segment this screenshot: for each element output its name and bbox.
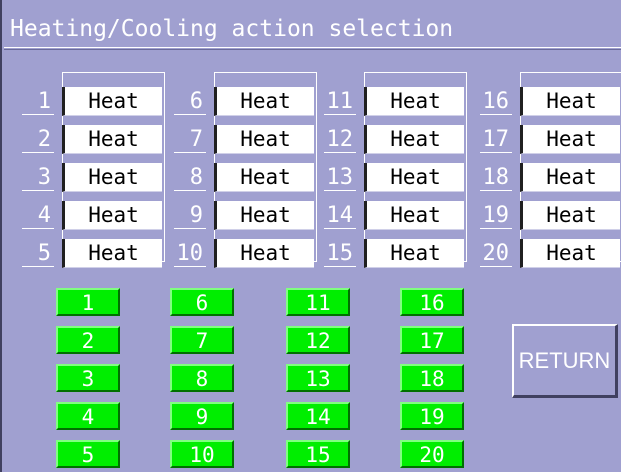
channel-select-button[interactable]: 7 xyxy=(170,326,234,354)
channel-row: 6 Heat xyxy=(174,87,319,117)
channel-row: 13 Heat xyxy=(324,163,469,193)
channel-action-value[interactable]: Heat xyxy=(520,163,620,192)
channel-action-value[interactable]: Heat xyxy=(214,87,314,116)
channel-row: 7 Heat xyxy=(174,125,319,155)
channel-action-value[interactable]: Heat xyxy=(364,87,464,116)
channel-row: 16 Heat xyxy=(480,87,621,117)
channel-number: 4 xyxy=(22,201,54,231)
channel-row: 19 Heat xyxy=(480,201,621,231)
channel-select-button[interactable]: 6 xyxy=(170,288,234,316)
channel-number: 7 xyxy=(174,125,206,155)
channel-row: 4 Heat xyxy=(22,201,167,231)
channel-number: 9 xyxy=(174,201,206,231)
channel-select-button[interactable]: 4 xyxy=(56,402,120,430)
page-title: Heating/Cooling action selection xyxy=(10,16,454,42)
channel-action-value[interactable]: Heat xyxy=(62,201,162,230)
channel-action-value[interactable]: Heat xyxy=(364,239,464,268)
channel-select-button[interactable]: 18 xyxy=(400,364,464,392)
channel-action-value[interactable]: Heat xyxy=(364,163,464,192)
channel-number: 17 xyxy=(480,125,512,155)
channel-action-value[interactable]: Heat xyxy=(62,163,162,192)
channel-row: 17 Heat xyxy=(480,125,621,155)
channel-row: 12 Heat xyxy=(324,125,469,155)
channel-select-button[interactable]: 17 xyxy=(400,326,464,354)
channel-select-button[interactable]: 14 xyxy=(286,402,350,430)
channel-select-button[interactable]: 13 xyxy=(286,364,350,392)
channel-select-button[interactable]: 5 xyxy=(56,440,120,468)
channel-row: 9 Heat xyxy=(174,201,319,231)
channel-row: 14 Heat xyxy=(324,201,469,231)
channel-number: 1 xyxy=(22,87,54,117)
channel-action-value[interactable]: Heat xyxy=(62,239,162,268)
channel-action-value[interactable]: Heat xyxy=(364,125,464,154)
hmi-screen: Heating/Cooling action selection 1 Heat 2 H… xyxy=(0,0,621,472)
channel-number: 3 xyxy=(22,163,54,193)
channel-action-value[interactable]: Heat xyxy=(520,87,620,116)
return-button[interactable]: RETURN xyxy=(512,324,618,398)
channel-action-value[interactable]: Heat xyxy=(520,125,620,154)
channel-row: 1 Heat xyxy=(22,87,167,117)
channel-number: 5 xyxy=(22,239,54,269)
channel-action-value[interactable]: Heat xyxy=(214,239,314,268)
channel-row: 18 Heat xyxy=(480,163,621,193)
channel-action-value[interactable]: Heat xyxy=(214,163,314,192)
channel-select-button[interactable]: 12 xyxy=(286,326,350,354)
channel-select-button[interactable]: 16 xyxy=(400,288,464,316)
channel-number: 13 xyxy=(324,163,356,193)
channel-action-value[interactable]: Heat xyxy=(62,87,162,116)
channel-number: 2 xyxy=(22,125,54,155)
channel-select-button[interactable]: 3 xyxy=(56,364,120,392)
channel-number: 11 xyxy=(324,87,356,117)
channel-row: 11 Heat xyxy=(324,87,469,117)
channel-row: 15 Heat xyxy=(324,239,469,269)
channel-select-button[interactable]: 2 xyxy=(56,326,120,354)
channel-select-button[interactable]: 1 xyxy=(56,288,120,316)
channel-number: 14 xyxy=(324,201,356,231)
channel-select-button[interactable]: 11 xyxy=(286,288,350,316)
channel-number: 20 xyxy=(480,239,512,269)
channel-select-button[interactable]: 9 xyxy=(170,402,234,430)
title-bar: Heating/Cooling action selection xyxy=(4,6,621,50)
channel-number: 15 xyxy=(324,239,356,269)
channel-select-button[interactable]: 19 xyxy=(400,402,464,430)
channel-number: 16 xyxy=(480,87,512,117)
channel-action-value[interactable]: Heat xyxy=(214,201,314,230)
channel-row: 20 Heat xyxy=(480,239,621,269)
channel-action-value[interactable]: Heat xyxy=(364,201,464,230)
channel-row: 8 Heat xyxy=(174,163,319,193)
channel-row: 10 Heat xyxy=(174,239,319,269)
channel-number: 18 xyxy=(480,163,512,193)
channel-action-value[interactable]: Heat xyxy=(62,125,162,154)
channel-action-value[interactable]: Heat xyxy=(520,201,620,230)
channel-number: 19 xyxy=(480,201,512,231)
channel-row: 2 Heat xyxy=(22,125,167,155)
channel-row: 3 Heat xyxy=(22,163,167,193)
channel-select-button[interactable]: 20 xyxy=(400,440,464,468)
channel-action-value[interactable]: Heat xyxy=(214,125,314,154)
channel-number: 6 xyxy=(174,87,206,117)
channel-row: 5 Heat xyxy=(22,239,167,269)
channel-select-button[interactable]: 15 xyxy=(286,440,350,468)
channel-number: 12 xyxy=(324,125,356,155)
channel-select-button[interactable]: 8 xyxy=(170,364,234,392)
channel-select-button[interactable]: 10 xyxy=(170,440,234,468)
channel-action-value[interactable]: Heat xyxy=(520,239,620,268)
channel-number: 10 xyxy=(174,239,206,269)
channel-number: 8 xyxy=(174,163,206,193)
